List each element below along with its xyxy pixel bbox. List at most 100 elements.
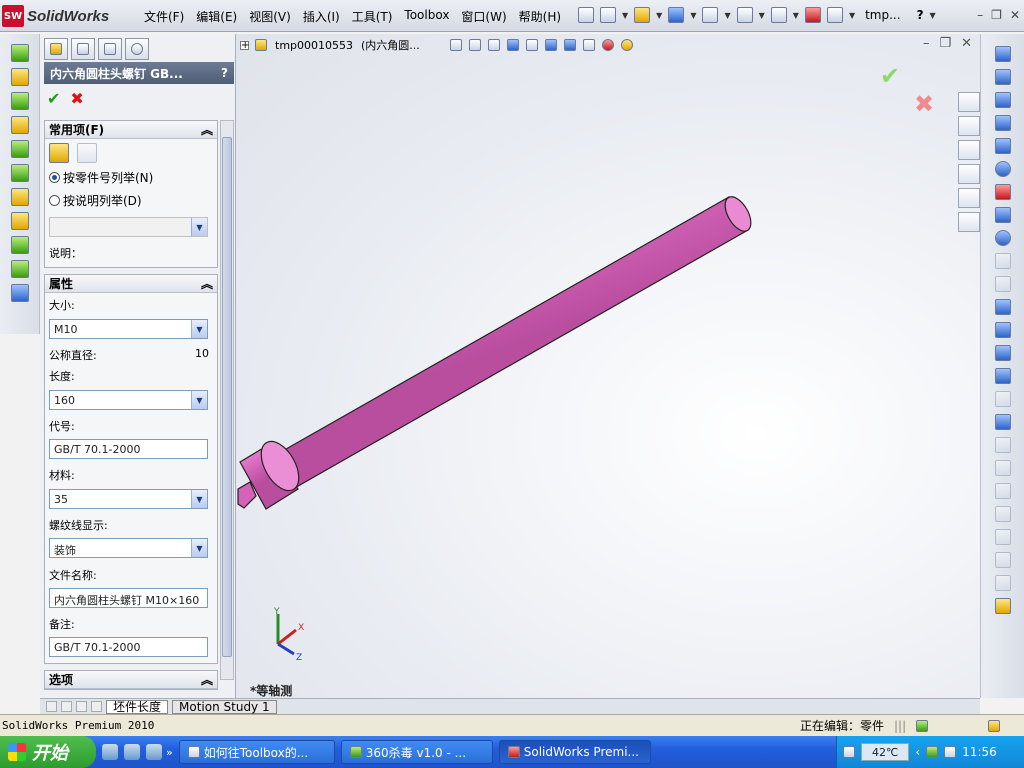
- point-icon[interactable]: [994, 322, 1011, 338]
- help-status-icon[interactable]: [916, 719, 929, 732]
- menu-help[interactable]: 帮助(H): [513, 6, 567, 26]
- explorer-icon[interactable]: [146, 744, 162, 760]
- view-palette-icon[interactable]: [958, 164, 980, 184]
- add-to-favorites-icon[interactable]: [49, 143, 69, 163]
- solidworks-logo[interactable]: SW SolidWorks: [2, 4, 126, 28]
- last-tab-icon[interactable]: [91, 701, 102, 712]
- common-group-header[interactable]: 常用项(F) ︽: [45, 121, 217, 139]
- remark-field[interactable]: GB/T 70.1-2000: [49, 637, 208, 657]
- chevron-down-icon[interactable]: ▼: [191, 320, 207, 338]
- collapse-chevron-icon[interactable]: ︽: [201, 671, 213, 688]
- revolved-cut-icon[interactable]: [10, 164, 29, 182]
- minimize-icon[interactable]: –: [977, 8, 983, 22]
- circle-icon[interactable]: [994, 161, 1011, 177]
- convert-entities-icon[interactable]: [994, 414, 1011, 430]
- thread-display-select[interactable]: 装饰 ▼: [49, 538, 208, 558]
- temperature-widget[interactable]: 42℃: [861, 743, 910, 761]
- undo-icon[interactable]: [736, 7, 753, 23]
- task-solidworks[interactable]: SolidWorks Premi...: [498, 740, 651, 764]
- rebuild-traffic-light-icon[interactable]: [804, 7, 821, 23]
- pm-help-button[interactable]: ?: [221, 66, 228, 80]
- chevron-down-icon[interactable]: ▼: [191, 490, 207, 508]
- open-folder-icon[interactable]: [634, 7, 651, 23]
- save-icon[interactable]: [668, 7, 685, 23]
- ok-check-icon[interactable]: ✔: [47, 89, 60, 108]
- rectangle-icon[interactable]: [994, 115, 1011, 131]
- line-icon[interactable]: [994, 92, 1011, 108]
- curves-icon[interactable]: [10, 260, 29, 278]
- close-icon[interactable]: ✕: [1010, 8, 1020, 22]
- clock[interactable]: 11:56: [962, 745, 997, 759]
- chevron-down-icon[interactable]: ▼: [849, 11, 855, 20]
- tray-expand-icon[interactable]: ‹: [915, 745, 920, 759]
- menu-view[interactable]: 视图(V): [243, 6, 297, 26]
- slot-icon[interactable]: [994, 138, 1011, 154]
- first-tab-icon[interactable]: [46, 701, 57, 712]
- tab-motion-study[interactable]: Motion Study 1: [172, 699, 277, 714]
- plane-icon[interactable]: [994, 345, 1011, 361]
- restore-icon[interactable]: ❐: [991, 8, 1002, 22]
- task-360-antivirus[interactable]: 360杀毒 v1.0 - ...: [340, 740, 493, 764]
- confirm-corner-x-icon[interactable]: ✖: [914, 90, 934, 118]
- chevron-down-icon[interactable]: ▼: [793, 11, 799, 20]
- length-select[interactable]: 160 ▼: [49, 390, 208, 410]
- chevron-down-icon[interactable]: ▼: [930, 11, 936, 20]
- properties-group-header[interactable]: 属性 ︽: [45, 275, 217, 293]
- task-toolbox-doc[interactable]: 如何往Toolbox的...: [178, 740, 335, 764]
- configuration-manager-tab[interactable]: [98, 38, 122, 60]
- linear-pattern-icon[interactable]: [10, 212, 29, 230]
- quick-launch-more-icon[interactable]: »: [166, 746, 173, 759]
- next-tab-icon[interactable]: [76, 701, 87, 712]
- spline-icon[interactable]: [994, 207, 1011, 223]
- menu-insert[interactable]: 插入(I): [297, 6, 346, 26]
- menu-edit[interactable]: 编辑(E): [190, 6, 243, 26]
- revolved-boss-icon[interactable]: [10, 68, 29, 86]
- tag-icon[interactable]: [988, 719, 1001, 732]
- security-shield-icon[interactable]: [926, 746, 939, 758]
- chevron-down-icon[interactable]: ▼: [656, 11, 662, 20]
- menu-file[interactable]: 文件(F): [138, 6, 190, 26]
- pin-icon[interactable]: [578, 7, 594, 23]
- size-select[interactable]: M10 ▼: [49, 319, 208, 339]
- new-document-icon[interactable]: [600, 7, 616, 23]
- menu-tools[interactable]: 工具(T): [346, 6, 399, 26]
- graphics-area[interactable]: + tmp00010553 (内六角圆... – ❐ ✕ Y X Z *等轴测: [236, 34, 980, 698]
- swept-boss-icon[interactable]: [10, 92, 29, 110]
- ie-icon[interactable]: [102, 744, 118, 760]
- text-icon[interactable]: [994, 368, 1011, 384]
- screw-model[interactable]: [236, 34, 980, 698]
- home-icon[interactable]: [958, 92, 980, 112]
- extruded-boss-icon[interactable]: [10, 44, 29, 62]
- chevron-down-icon[interactable]: ▼: [622, 11, 628, 20]
- reference-geometry-icon[interactable]: [10, 236, 29, 254]
- property-manager-tab[interactable]: [71, 38, 95, 60]
- network-icon[interactable]: [944, 746, 957, 758]
- file-explorer-icon[interactable]: [958, 140, 980, 160]
- extruded-cut-icon[interactable]: [10, 140, 29, 158]
- options-group-header[interactable]: 选项 ︽: [45, 671, 217, 689]
- smart-dimension-icon[interactable]: [994, 69, 1011, 85]
- tab-model[interactable]: 坯件长度: [106, 699, 169, 714]
- chevron-down-icon[interactable]: ▼: [191, 539, 207, 557]
- hole-wizard-icon[interactable]: [10, 188, 29, 206]
- pm-scrollbar[interactable]: [220, 120, 234, 680]
- polygon-icon[interactable]: [994, 299, 1011, 315]
- instant3d-icon[interactable]: [10, 284, 29, 302]
- keyboard-icon[interactable]: [843, 746, 855, 758]
- code-field[interactable]: GB/T 70.1-2000: [49, 439, 208, 459]
- screw-shaft[interactable]: [271, 196, 749, 491]
- menu-window[interactable]: 窗口(W): [455, 6, 512, 26]
- dimxpert-manager-tab[interactable]: [125, 38, 149, 60]
- cancel-x-icon[interactable]: ✖: [70, 89, 83, 108]
- chevron-down-icon[interactable]: ▼: [759, 11, 765, 20]
- material-select[interactable]: 35 ▼: [49, 489, 208, 509]
- quick-launch-icon[interactable]: [124, 744, 140, 760]
- collapse-chevron-icon[interactable]: ︽: [201, 121, 213, 138]
- radio-by-part-number[interactable]: 按零件号列举(N): [45, 169, 217, 186]
- chevron-down-icon[interactable]: ▼: [191, 391, 207, 409]
- appearances-icon[interactable]: [958, 188, 980, 208]
- ellipse-icon[interactable]: [994, 230, 1011, 246]
- help-button[interactable]: ?: [917, 8, 924, 22]
- options-icon[interactable]: [826, 7, 843, 23]
- collapse-chevron-icon[interactable]: ︽: [201, 275, 213, 292]
